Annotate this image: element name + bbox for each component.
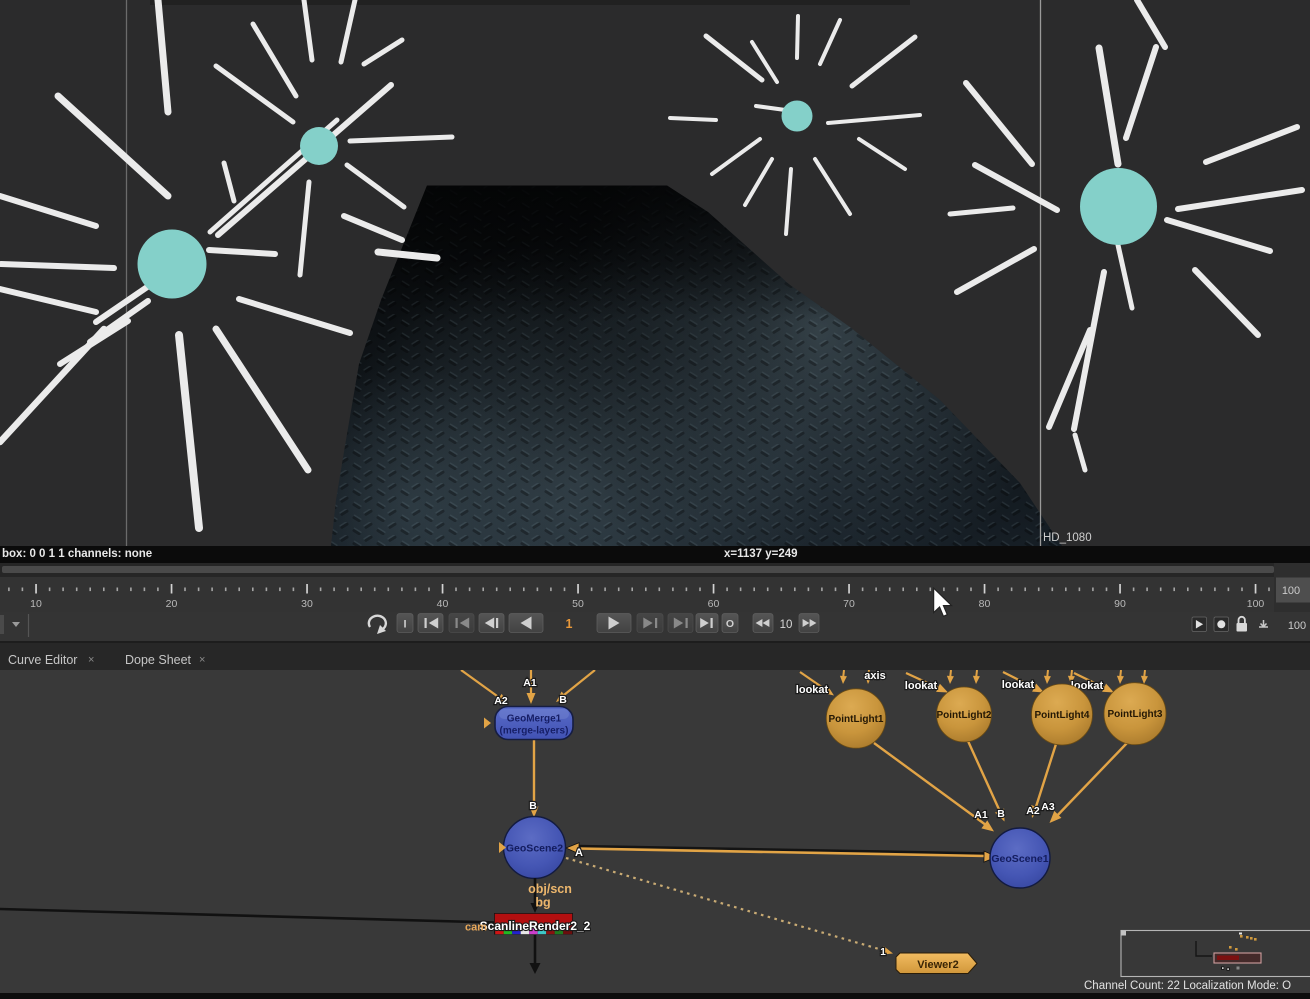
svg-text:PointLight2: PointLight2 <box>937 710 992 721</box>
svg-text:Channel Count: 22 Localizatio: Channel Count: 22 Localization Mode: O <box>1084 980 1291 992</box>
svg-text:40: 40 <box>437 598 449 610</box>
svg-text:A2: A2 <box>1026 805 1040 817</box>
svg-text:I: I <box>403 619 406 631</box>
svg-text:cam: cam <box>465 922 487 934</box>
svg-text:100: 100 <box>1247 598 1265 610</box>
svg-text:B: B <box>997 808 1005 820</box>
svg-text:100: 100 <box>1282 585 1300 597</box>
svg-text:90: 90 <box>1114 598 1126 610</box>
svg-text:axis: axis <box>864 670 885 682</box>
svg-text:bg: bg <box>535 896 550 910</box>
svg-text:50: 50 <box>572 598 584 610</box>
svg-text:B: B <box>529 800 537 812</box>
svg-text:20: 20 <box>166 598 178 610</box>
svg-text:obj/scn: obj/scn <box>528 882 572 896</box>
svg-text:1: 1 <box>566 617 573 631</box>
svg-text:A1: A1 <box>974 809 988 821</box>
svg-text:1: 1 <box>880 947 886 958</box>
svg-text:PointLight1: PointLight1 <box>829 714 884 725</box>
svg-text:10: 10 <box>30 598 42 610</box>
svg-text:GeoScene2: GeoScene2 <box>506 843 563 855</box>
svg-text:B: B <box>559 694 567 706</box>
svg-text:A2: A2 <box>494 695 508 707</box>
svg-text:70: 70 <box>843 598 855 610</box>
svg-text:O: O <box>726 618 734 630</box>
svg-text:A3: A3 <box>1041 801 1055 813</box>
svg-text:ScanlineRender2_2: ScanlineRender2_2 <box>480 919 591 933</box>
svg-text:GeoScene1: GeoScene1 <box>991 853 1048 865</box>
svg-text:60: 60 <box>708 598 720 610</box>
svg-text:lookat: lookat <box>1002 679 1035 691</box>
svg-text:HD_1080: HD_1080 <box>1043 532 1092 544</box>
svg-text:100: 100 <box>1288 620 1306 632</box>
svg-text:PointLight4: PointLight4 <box>1035 710 1090 721</box>
svg-text:lookat: lookat <box>796 684 829 696</box>
svg-text:(merge-layers): (merge-layers) <box>500 726 569 737</box>
svg-text:A: A <box>575 847 583 859</box>
svg-text:A1: A1 <box>523 677 537 689</box>
svg-text:Viewer2: Viewer2 <box>917 959 958 971</box>
svg-text:30: 30 <box>301 598 313 610</box>
svg-text:10: 10 <box>780 619 793 631</box>
svg-text:80: 80 <box>979 598 991 610</box>
svg-text:GeoMerge1: GeoMerge1 <box>507 714 562 725</box>
svg-text:lookat: lookat <box>905 680 938 692</box>
svg-text:PointLight3: PointLight3 <box>1108 709 1163 720</box>
